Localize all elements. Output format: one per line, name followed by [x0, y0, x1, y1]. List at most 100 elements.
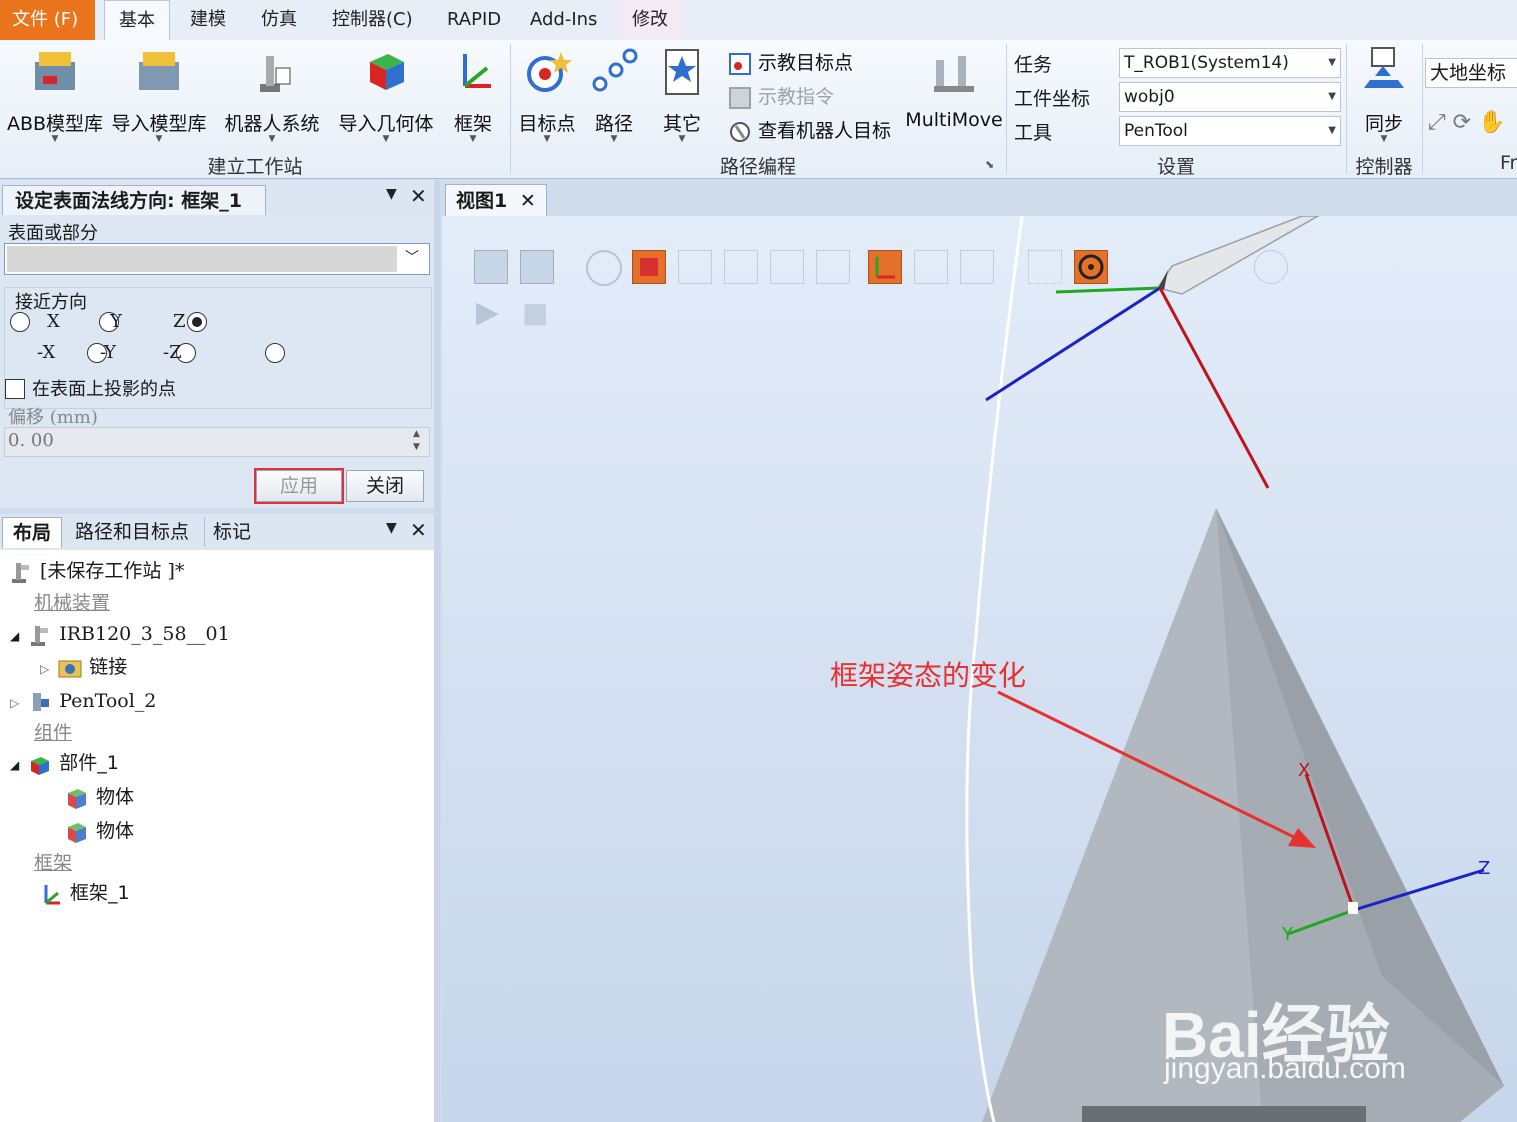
tree-links[interactable]: ▷ 链接 [40, 652, 127, 682]
radio-x-label: X [47, 311, 60, 332]
frame-label: 框架_1 [70, 882, 130, 904]
task-select[interactable]: T_ROB1(System14) ▼ [1119, 48, 1341, 78]
teach-target-icon [729, 52, 751, 75]
library-icon [35, 52, 75, 90]
close-icon[interactable]: ✕ [410, 518, 427, 542]
tab-modify[interactable]: 修改 [618, 0, 682, 40]
group-divider [1422, 44, 1423, 174]
spinner-arrows-icon[interactable]: ▲ ▼ [413, 428, 420, 454]
surface-label: 表面或部分 [8, 223, 98, 244]
tool-select[interactable]: PenTool ▼ [1119, 116, 1341, 146]
abb-library-button[interactable]: ABB模型库 ▼ [6, 46, 104, 144]
close-icon[interactable]: ✕ [520, 190, 536, 212]
part-label: 部件_1 [59, 752, 119, 774]
project-checkbox[interactable] [5, 379, 25, 399]
category-mechanisms: 机械装置 [34, 592, 111, 614]
import-geometry-button[interactable]: 导入几何体 ▼ [334, 46, 438, 144]
dialog-launcher-icon[interactable]: ⬊ [985, 158, 994, 171]
panel-menu-icon[interactable]: ▼ [386, 186, 397, 202]
watermark-url: jingyan.baidu.com [1164, 1052, 1406, 1085]
chevron-down-icon: ▼ [469, 134, 477, 144]
close-icon[interactable]: ✕ [410, 184, 427, 208]
multimove-button[interactable]: MultiMove [904, 46, 1004, 131]
chevron-down-icon: ▼ [1328, 57, 1336, 68]
radio-neg-x-label: -X [37, 342, 56, 363]
teach-instruction-label: 示教指令 [758, 86, 835, 108]
sync-button[interactable]: 同步 ▼ [1352, 46, 1416, 144]
robot-system-label: 机器人系统 [224, 113, 320, 135]
expand-closed-icon[interactable]: ▷ [10, 696, 19, 710]
tab-tags[interactable]: 标记 [204, 517, 259, 547]
tab-modeling[interactable]: 建模 [176, 0, 240, 40]
radio-neg-y-label: -Y [100, 342, 116, 363]
teach-instruction-button[interactable]: 示教指令 [728, 82, 834, 112]
radio-x[interactable] [10, 312, 30, 332]
close-button[interactable]: 关闭 [346, 470, 424, 502]
group-label-freehand: Fr [1500, 152, 1517, 174]
path-button[interactable]: 路径 ▼ [584, 46, 644, 144]
panel-body: 表面或部分 ﹀ 接近方向 X Y Z -X -Y -Z 在表面上投影的点 偏移 … [0, 215, 434, 508]
frame-button[interactable]: 框架 ▼ [446, 46, 500, 144]
splitter[interactable] [434, 180, 440, 1122]
frame1-y-label: Y [1282, 924, 1293, 945]
robot-label: IRB120_3_58__01 [59, 623, 230, 645]
tree-robot[interactable]: ◢ IRB120_3_58__01 [10, 619, 230, 649]
body-label: 物体 [96, 786, 135, 808]
other-button[interactable]: 其它 ▼ [652, 46, 712, 144]
sync-label: 同步 [1364, 113, 1403, 135]
robot-system-button[interactable]: 机器人系统 ▼ [220, 46, 324, 144]
category-components: 组件 [34, 722, 73, 744]
target-button[interactable]: 目标点 ▼ [514, 46, 580, 144]
tree-tool[interactable]: ▷ PenTool_2 [10, 686, 156, 716]
surface-select[interactable]: ﹀ [4, 243, 430, 275]
tab-simulation[interactable]: 仿真 [247, 0, 311, 40]
3d-viewport[interactable]: ▶ ■ X Z Y 框架姿态的变化 Bai经验 jingyan.baidu.co… [442, 216, 1517, 1122]
teach-target-button[interactable]: 示教目标点 [728, 48, 853, 78]
expand-open-icon[interactable]: ◢ [10, 758, 19, 772]
project-label: 在表面上投影的点 [32, 379, 176, 400]
tab-layout[interactable]: 布局 [2, 517, 62, 548]
tab-basic[interactable]: 基本 [104, 0, 170, 42]
view-robot-target-button[interactable]: 查看机器人目标 [728, 116, 891, 146]
other-label: 其它 [662, 113, 701, 135]
wobj-select[interactable]: wobj0 ▼ [1119, 82, 1341, 112]
expand-closed-icon[interactable]: ▷ [40, 662, 49, 676]
import-geometry-label: 导入几何体 [338, 113, 434, 135]
offset-label: 偏移 (mm) [8, 407, 98, 428]
ribbon-tab-bar: 文件 (F) 基本 建模 仿真 控制器(C) RAPID Add-Ins 修改 [0, 0, 1517, 42]
radio-neg-z[interactable] [264, 343, 285, 363]
import-library-label: 导入模型库 [111, 113, 207, 135]
freehand-move-icons[interactable]: ⤢ ⟳ ✋ [1428, 110, 1505, 135]
tree-part[interactable]: ◢ 部件_1 [10, 748, 119, 778]
ribbon: ABB模型库 ▼ 导入模型库 ▼ 机器人系统 ▼ 导入几何体 ▼ 框架 ▼ 建立… [0, 40, 1517, 179]
tab-file[interactable]: 文件 (F) [0, 0, 95, 40]
tab-rapid[interactable]: RAPID [433, 0, 515, 40]
tab-paths-targets[interactable]: 路径和目标点 [64, 517, 200, 547]
abb-library-label: ABB模型库 [6, 113, 104, 135]
tab-controller[interactable]: 控制器(C) [318, 0, 427, 40]
tool-label: 工具 [1014, 122, 1053, 144]
apply-button[interactable]: 应用 [254, 468, 344, 504]
tree-frame[interactable]: 框架_1 [38, 878, 130, 908]
task-label: 任务 [1014, 54, 1053, 76]
offset-spinner[interactable]: 0. 00 ▲ ▼ [4, 427, 430, 457]
expand-open-icon[interactable]: ◢ [10, 629, 19, 643]
view-tab-bar: 视图1 ✕ [437, 180, 1517, 217]
surface-value [7, 246, 397, 272]
reference-frame-select[interactable]: 大地坐标 [1425, 58, 1517, 88]
folder-gear-icon [58, 660, 82, 677]
tool-frame-y-axis [1055, 286, 1161, 294]
tree-station[interactable]: [未保存工作站 ]* [8, 556, 184, 586]
wobj-label: 工件坐标 [1014, 88, 1091, 110]
frame1-x-label: X [1298, 760, 1311, 781]
chevron-down-icon: ▼ [268, 134, 276, 144]
wobj-value: wobj0 [1124, 87, 1175, 107]
body-cube-icon [68, 788, 86, 809]
tab-view1[interactable]: 视图1 ✕ [445, 184, 547, 217]
tab-add-ins[interactable]: Add-Ins [516, 0, 611, 40]
tree-body-1[interactable]: 物体 [64, 782, 134, 812]
panel-menu-icon[interactable]: ▼ [386, 520, 397, 536]
frame1-z-label: Z [1478, 858, 1491, 879]
import-library-button[interactable]: 导入模型库 ▼ [108, 46, 210, 144]
tree-body-2[interactable]: 物体 [64, 816, 134, 846]
